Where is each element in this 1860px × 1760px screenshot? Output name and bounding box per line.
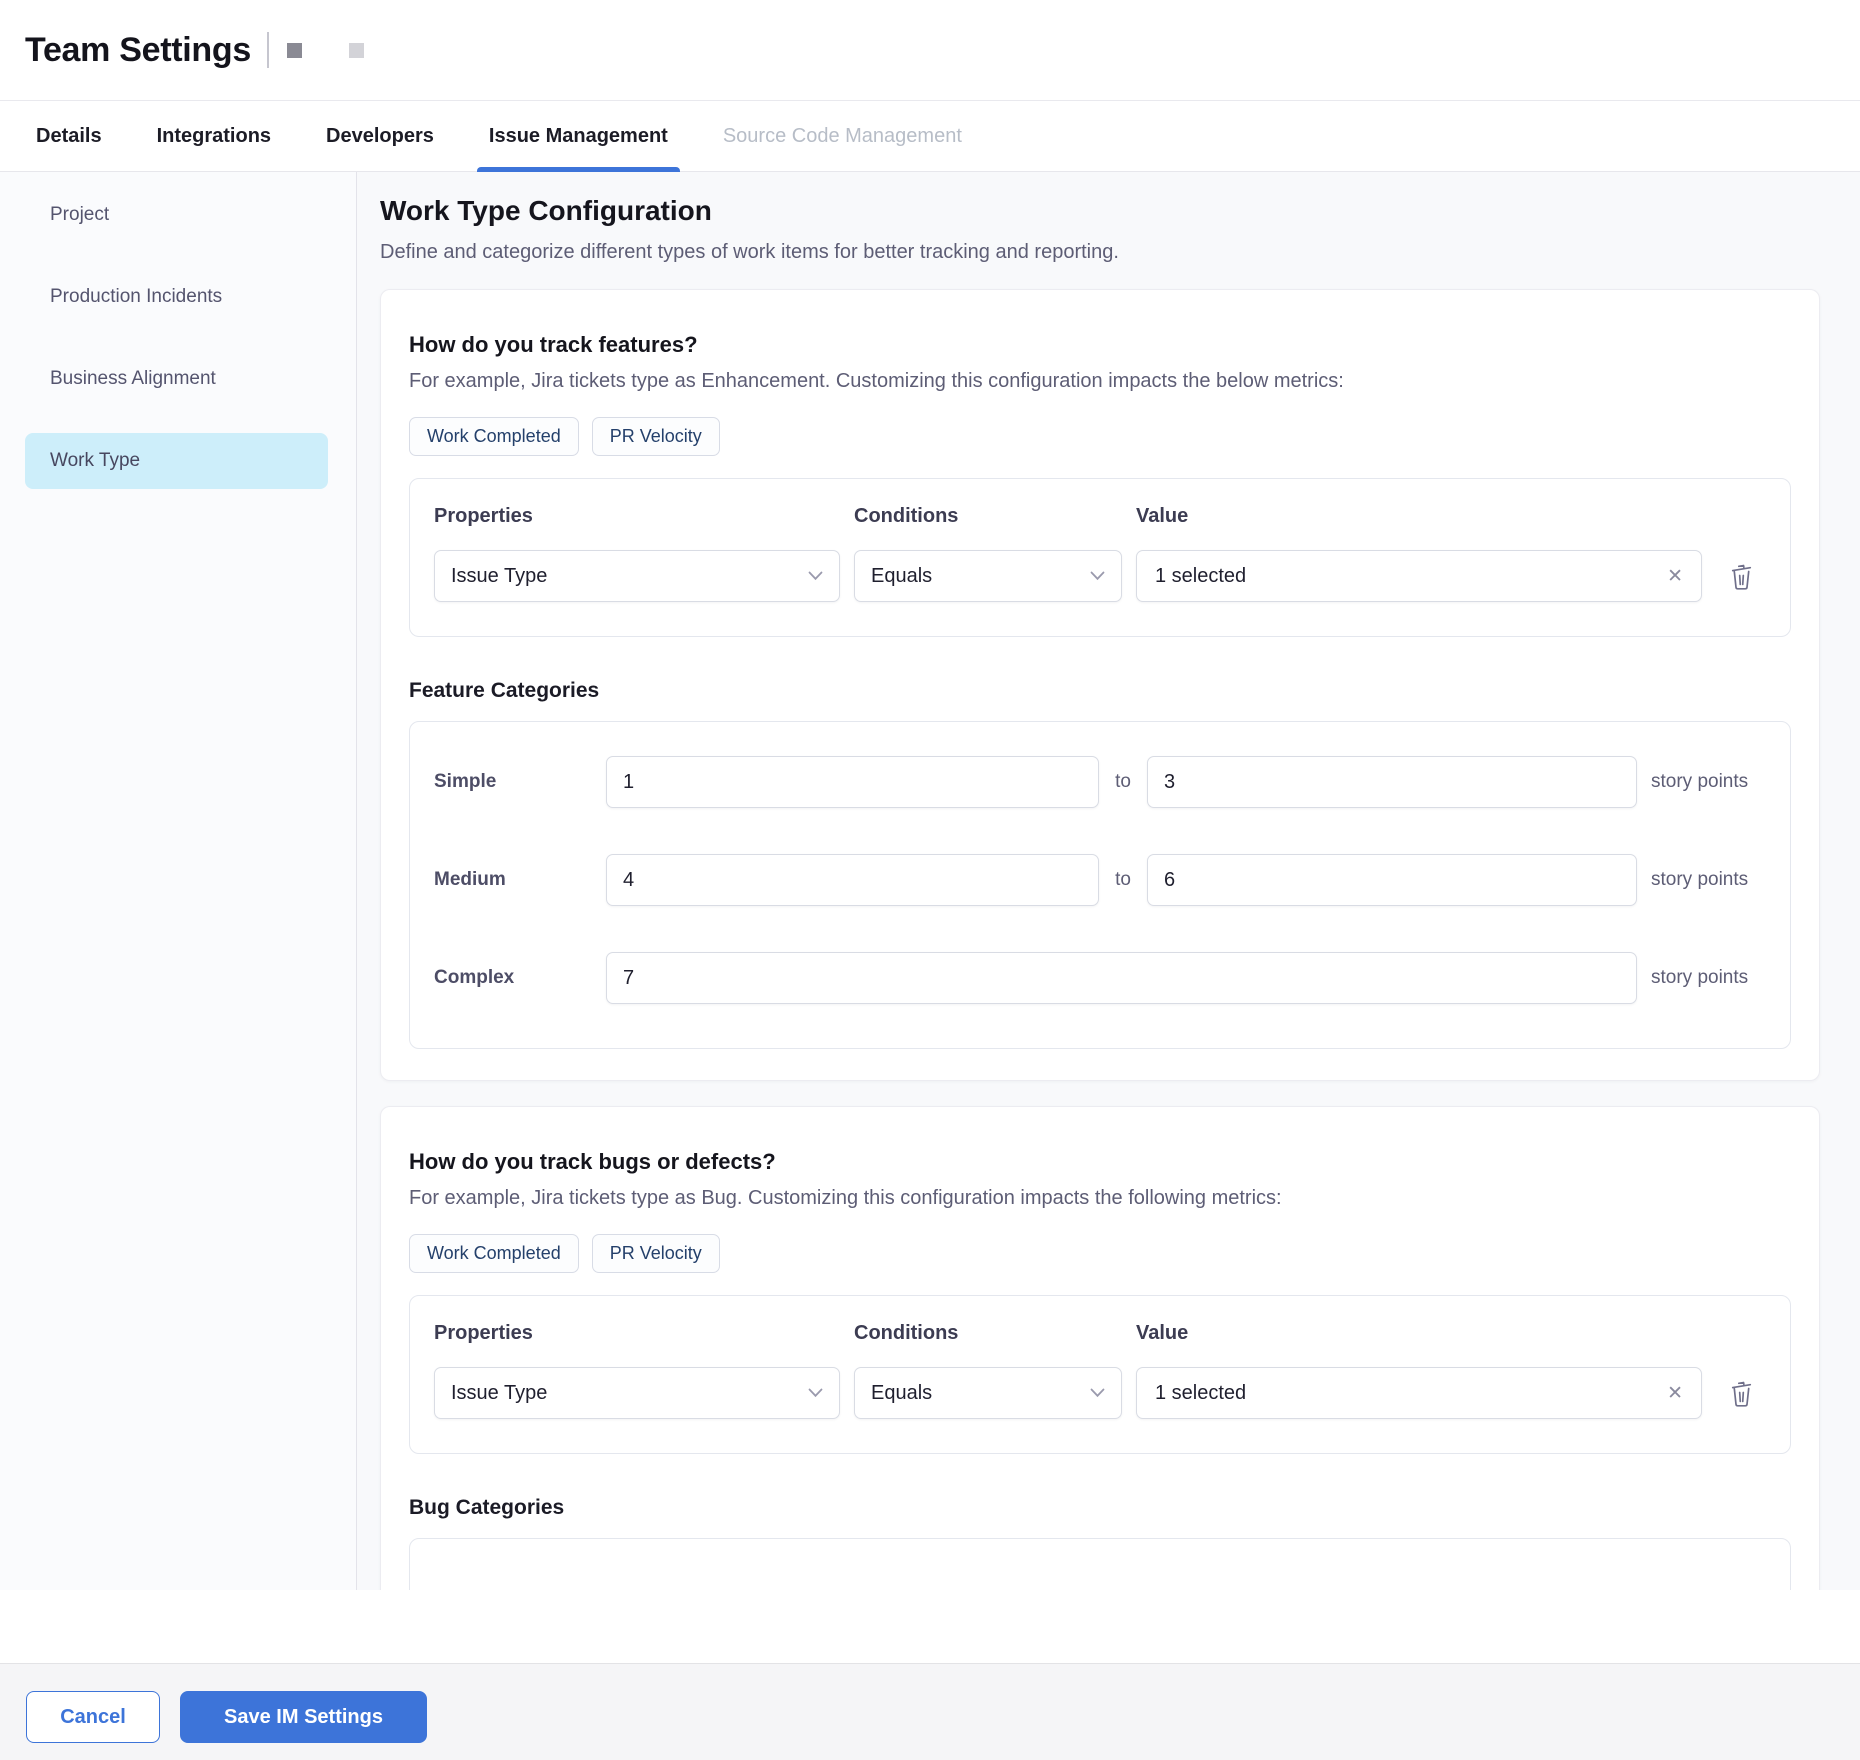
- tab-label: Issue Management: [489, 125, 668, 148]
- feature-card-heading: How do you track features?: [409, 332, 1791, 358]
- tab-issue-management[interactable]: Issue Management: [489, 101, 668, 171]
- team-settings-page: Team Settings Details Integrations Devel…: [0, 0, 1860, 1760]
- category-label: Medium: [434, 869, 606, 891]
- feature-categories-heading: Feature Categories: [409, 679, 1791, 703]
- sidebar-item-label: Work Type: [50, 450, 140, 472]
- sidebar-item-production-incidents[interactable]: Production Incidents: [0, 269, 356, 325]
- feature-card-description: For example, Jira tickets type as Enhanc…: [409, 370, 1791, 393]
- title-divider: [267, 32, 269, 68]
- tab-bar: Details Integrations Developers Issue Ma…: [0, 100, 1860, 172]
- range-from-input[interactable]: [606, 854, 1099, 906]
- value-selected-text: 1 selected: [1155, 565, 1246, 588]
- chevron-down-icon: [1090, 571, 1105, 581]
- property-select-value: Issue Type: [451, 1382, 547, 1405]
- bug-card-heading: How do you track bugs or defects?: [409, 1149, 1791, 1175]
- range-joiner: to: [1099, 771, 1147, 793]
- badge-pr-velocity: PR Velocity: [592, 417, 720, 456]
- feature-metric-badges: Work Completed PR Velocity: [409, 417, 1791, 456]
- category-label: Complex: [434, 967, 606, 989]
- sidebar-item-label: Project: [50, 204, 109, 226]
- active-tab-indicator: [477, 167, 680, 172]
- tab-label: Integrations: [157, 125, 271, 148]
- trash-icon: [1728, 561, 1755, 591]
- property-select-value: Issue Type: [451, 565, 547, 588]
- story-points-suffix: story points: [1651, 967, 1748, 989]
- properties-label: Properties: [434, 1322, 840, 1345]
- chevron-down-icon: [808, 571, 823, 581]
- tab-details[interactable]: Details: [36, 101, 102, 171]
- properties-label: Properties: [434, 505, 840, 528]
- value-label: Value: [1136, 505, 1702, 528]
- save-im-settings-button[interactable]: Save IM Settings: [180, 1691, 427, 1743]
- value-label: Value: [1136, 1322, 1702, 1345]
- header-square-dark-icon[interactable]: [287, 43, 302, 58]
- chevron-down-icon: [808, 1388, 823, 1398]
- min-value-input[interactable]: [606, 952, 1637, 1004]
- badge-work-completed: Work Completed: [409, 1234, 579, 1273]
- bug-card-description: For example, Jira tickets type as Bug. C…: [409, 1187, 1791, 1210]
- value-selected-text: 1 selected: [1155, 1382, 1246, 1405]
- tab-integrations[interactable]: Integrations: [157, 101, 271, 171]
- story-points-suffix: story points: [1651, 869, 1748, 891]
- sidebar-item-work-type[interactable]: Work Type: [25, 433, 328, 489]
- clear-selection-icon[interactable]: ✕: [1667, 1384, 1683, 1403]
- range-to-input[interactable]: [1147, 854, 1637, 906]
- condition-select[interactable]: Equals: [854, 1367, 1122, 1419]
- tab-label: Source Code Management: [723, 125, 962, 148]
- sidebar-item-label: Business Alignment: [50, 368, 216, 390]
- tab-label: Details: [36, 125, 102, 148]
- chevron-down-icon: [1090, 1388, 1105, 1398]
- section-subtitle: Define and categorize different types of…: [380, 241, 1860, 264]
- clear-selection-icon[interactable]: ✕: [1667, 567, 1683, 586]
- bug-metric-badges: Work Completed PR Velocity: [409, 1234, 1791, 1273]
- category-row-simple: Simple to story points: [434, 756, 1766, 808]
- condition-select-value: Equals: [871, 1382, 932, 1405]
- cancel-button[interactable]: Cancel: [26, 1691, 160, 1743]
- sidebar-item-label: Production Incidents: [50, 286, 222, 308]
- property-select[interactable]: Issue Type: [434, 550, 840, 602]
- conditions-label: Conditions: [854, 505, 1122, 528]
- category-row-medium: Medium to story points: [434, 854, 1766, 906]
- range-to-input[interactable]: [1147, 756, 1637, 808]
- tab-developers[interactable]: Developers: [326, 101, 434, 171]
- bug-categories-box: [409, 1538, 1791, 1590]
- delete-filter-button[interactable]: [1716, 561, 1766, 591]
- feature-tracking-card: How do you track features? For example, …: [380, 289, 1820, 1081]
- conditions-label: Conditions: [854, 1322, 1122, 1345]
- settings-sidebar: Project Production Incidents Business Al…: [0, 172, 357, 1590]
- sidebar-item-business-alignment[interactable]: Business Alignment: [0, 351, 356, 407]
- range-from-input[interactable]: [606, 756, 1099, 808]
- category-row-complex: Complex story points: [434, 952, 1766, 1004]
- feature-categories-box: Simple to story points Medium to story p…: [409, 721, 1791, 1049]
- header: Team Settings: [0, 0, 1860, 100]
- content-area: Work Type Configuration Define and categ…: [357, 172, 1860, 1590]
- gap-strip: [0, 1590, 1860, 1663]
- trash-icon: [1728, 1378, 1755, 1408]
- bug-filter-box: Properties Conditions Value Issue Type E…: [409, 1295, 1791, 1454]
- badge-work-completed: Work Completed: [409, 417, 579, 456]
- header-square-light-icon[interactable]: [349, 43, 364, 58]
- category-label: Simple: [434, 771, 606, 793]
- bug-tracking-card: How do you track bugs or defects? For ex…: [380, 1106, 1820, 1590]
- value-multiselect[interactable]: 1 selected ✕: [1136, 550, 1702, 602]
- delete-filter-button[interactable]: [1716, 1378, 1766, 1408]
- feature-filter-box: Properties Conditions Value Issue Type E…: [409, 478, 1791, 637]
- badge-pr-velocity: PR Velocity: [592, 1234, 720, 1273]
- sidebar-item-project[interactable]: Project: [0, 187, 356, 243]
- footer-action-bar: Cancel Save IM Settings: [0, 1663, 1860, 1760]
- condition-select[interactable]: Equals: [854, 550, 1122, 602]
- bug-categories-heading: Bug Categories: [409, 1496, 1791, 1520]
- tab-source-code-management[interactable]: Source Code Management: [723, 101, 962, 171]
- value-multiselect[interactable]: 1 selected ✕: [1136, 1367, 1702, 1419]
- range-joiner: to: [1099, 869, 1147, 891]
- section-title: Work Type Configuration: [380, 195, 1860, 227]
- condition-select-value: Equals: [871, 565, 932, 588]
- tab-label: Developers: [326, 125, 434, 148]
- property-select[interactable]: Issue Type: [434, 1367, 840, 1419]
- story-points-suffix: story points: [1651, 771, 1748, 793]
- main-region: Project Production Incidents Business Al…: [0, 172, 1860, 1590]
- page-title: Team Settings: [25, 31, 251, 70]
